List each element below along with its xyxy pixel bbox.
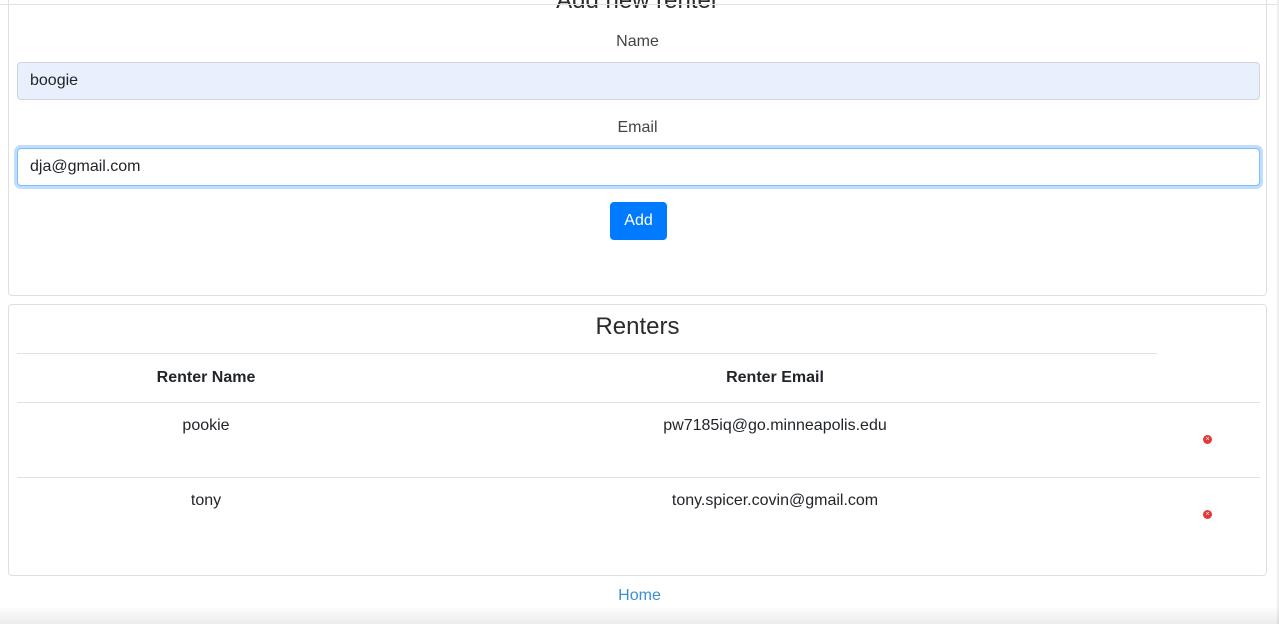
renter-email-cell: pw7185iq@go.minneapolis.edu <box>663 417 887 434</box>
name-input[interactable] <box>17 62 1260 100</box>
renter-name-cell: tony <box>190 492 222 509</box>
add-button[interactable]: Add <box>610 202 667 240</box>
column-header-renter-email: Renter Email <box>726 369 824 386</box>
table-row: pookie pw7185iq@go.minneapolis.edu × <box>17 403 1260 478</box>
email-input[interactable] <box>17 148 1260 186</box>
app-window: Add new renter Name Email Add Renters Re… <box>0 0 1279 624</box>
email-label: Email <box>617 119 658 136</box>
renters-card: Renters Renter Name Renter Email pookie … <box>8 304 1267 576</box>
renter-name-cell: pookie <box>182 417 230 434</box>
renters-title: Renters <box>595 313 680 340</box>
table-row: tony tony.spicer.covin@gmail.com × <box>17 478 1260 553</box>
add-renter-card: Add new renter Name Email Add <box>8 0 1267 296</box>
home-link[interactable]: Home <box>0 587 1279 605</box>
add-renter-title: Add new renter <box>556 0 719 14</box>
divider <box>17 353 1157 354</box>
delete-icon[interactable]: × <box>1203 510 1212 519</box>
divider <box>0 4 1279 5</box>
window-shadow <box>0 606 1279 624</box>
column-header-renter-name: Renter Name <box>156 369 256 386</box>
delete-icon[interactable]: × <box>1203 435 1212 444</box>
name-label: Name <box>616 33 659 50</box>
renter-email-cell: tony.spicer.covin@gmail.com <box>671 492 879 509</box>
